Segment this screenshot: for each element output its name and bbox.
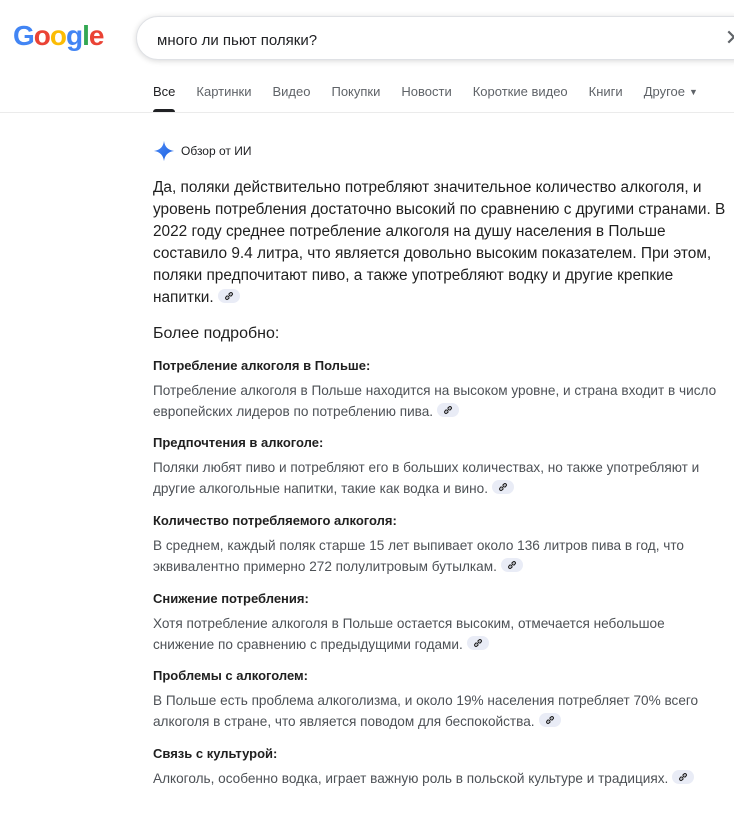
source-link-button[interactable] [217, 289, 240, 303]
source-link-button[interactable] [466, 636, 489, 650]
tab-shopping[interactable]: Покупки [331, 84, 380, 112]
section-body: В Польше есть проблема алкоголизма, и ок… [153, 693, 699, 729]
section-body: Поляки любят пиво и потребляют его в бол… [153, 460, 700, 496]
source-link-button[interactable] [492, 480, 514, 494]
section-text: Алкоголь, особенно водка, играет важную … [153, 768, 728, 789]
section-text: В Польше есть проблема алкоголизма, и ок… [153, 690, 728, 732]
caret-down-icon: ▼ [689, 87, 698, 97]
detail-section: Проблемы с алкоголем: В Польше есть проб… [153, 668, 728, 732]
tab-videos[interactable]: Видео [273, 84, 311, 112]
header-divider [0, 112, 734, 113]
more-details-heading: Более подробно: [153, 325, 280, 342]
section-body: В среднем, каждый поляк старше 15 лет вы… [153, 538, 684, 574]
source-link-button[interactable] [538, 713, 561, 727]
logo-letter: g [66, 20, 83, 51]
section-body: Потребление алкоголя в Польше находится … [153, 383, 717, 419]
detail-section: Количество потребляемого алкоголя: В сре… [153, 513, 728, 577]
section-title: Проблемы с алкоголем: [153, 668, 308, 683]
section-title: Потребление алкоголя в Польше: [153, 358, 371, 373]
detail-section: Потребление алкоголя в Польше: Потреблен… [153, 358, 728, 422]
google-logo[interactable]: Google [13, 20, 105, 52]
tab-books[interactable]: Книги [589, 84, 623, 112]
search-box[interactable]: ✕ [136, 16, 734, 60]
link-icon [499, 483, 507, 491]
link-icon [473, 639, 482, 647]
ai-overview-label: Обзор от ИИ [181, 144, 252, 158]
section-body: Алкоголь, особенно водка, играет важную … [153, 771, 669, 786]
ai-overview-header: Обзор от ИИ [153, 140, 251, 162]
section-title: Связь с культурой: [153, 746, 278, 761]
tab-news[interactable]: Новости [401, 84, 451, 112]
link-icon [224, 292, 233, 300]
section-text: Поляки любят пиво и потребляют его в бол… [153, 457, 728, 499]
source-link-button[interactable] [672, 770, 695, 784]
source-link-button[interactable] [500, 558, 523, 572]
section-text: В среднем, каждый поляк старше 15 лет вы… [153, 535, 728, 577]
detail-section: Предпочтения в алкоголе: Поляки любят пи… [153, 435, 728, 499]
search-input[interactable] [155, 28, 699, 52]
section-text: Потребление алкоголя в Польше находится … [153, 380, 728, 422]
link-icon [545, 716, 554, 724]
logo-letter: l [82, 20, 90, 51]
logo-letter: o [49, 20, 67, 51]
link-icon [444, 406, 453, 414]
logo-letter: G [13, 20, 35, 51]
section-body: Хотя потребление алкоголя в Польше остае… [153, 616, 665, 652]
logo-letter: e [88, 20, 105, 51]
search-tabs: Все Картинки Видео Покупки Новости Корот… [153, 84, 719, 112]
close-icon[interactable]: ✕ [723, 27, 734, 49]
tab-short-videos[interactable]: Короткие видео [473, 84, 568, 112]
link-icon [679, 773, 688, 781]
tab-all[interactable]: Все [153, 84, 176, 112]
tab-more[interactable]: Другое ▼ [644, 84, 698, 112]
logo-letter: o [33, 20, 51, 51]
detail-section: Связь с культурой: Алкоголь, особенно во… [153, 746, 728, 789]
detail-section: Снижение потребления: Хотя потребление а… [153, 591, 728, 655]
section-text: Хотя потребление алкоголя в Польше остае… [153, 613, 728, 655]
ai-summary: Да, поляки действительно потребляют знач… [153, 177, 728, 309]
section-title: Предпочтения в алкоголе: [153, 435, 324, 450]
section-title: Количество потребляемого алкоголя: [153, 513, 397, 528]
ai-summary-text: Да, поляки действительно потребляют знач… [153, 179, 726, 306]
source-link-button[interactable] [437, 403, 460, 417]
section-title: Снижение потребления: [153, 591, 309, 606]
link-icon [507, 561, 516, 569]
gemini-sparkle-icon [153, 140, 175, 162]
tab-images[interactable]: Картинки [196, 84, 251, 112]
tab-more-label: Другое [643, 84, 685, 99]
